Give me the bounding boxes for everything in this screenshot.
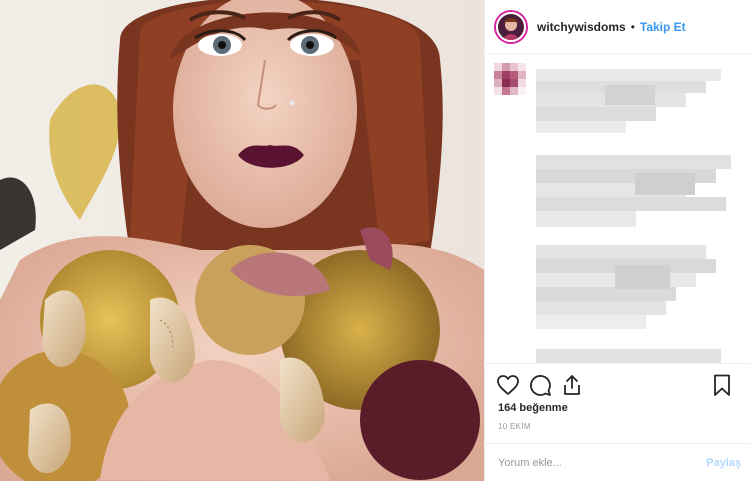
post-sidebar: witchywisdoms • Takip Et 164 beğenme 10 … [484, 0, 750, 481]
pixelated-avatar [494, 63, 526, 103]
post-comment-button[interactable]: Paylaş [706, 457, 741, 469]
share-icon[interactable] [560, 373, 584, 397]
comment-input[interactable] [498, 457, 707, 469]
likes-count[interactable]: 164 beğenme [498, 402, 568, 414]
action-icons [496, 373, 741, 397]
follow-button[interactable]: Takip Et [640, 20, 686, 34]
photo-illustration [0, 0, 484, 481]
bookmark-icon[interactable] [710, 373, 734, 397]
heart-icon[interactable] [496, 373, 520, 397]
post-date: 10 EKİM [498, 422, 531, 431]
username[interactable]: witchywisdoms [537, 20, 626, 34]
post-dialog: witchywisdoms • Takip Et 164 beğenme 10 … [0, 0, 750, 481]
post-photo[interactable] [0, 0, 484, 481]
actions-section: 164 beğenme 10 EKİM Paylaş [485, 363, 750, 481]
post-header: witchywisdoms • Takip Et [485, 0, 750, 54]
speech-bubble-icon[interactable] [528, 373, 552, 397]
separator-dot: • [630, 19, 635, 34]
comment-bar: Paylaş [485, 443, 750, 481]
avatar[interactable] [496, 11, 526, 42]
comments-area [485, 55, 750, 363]
